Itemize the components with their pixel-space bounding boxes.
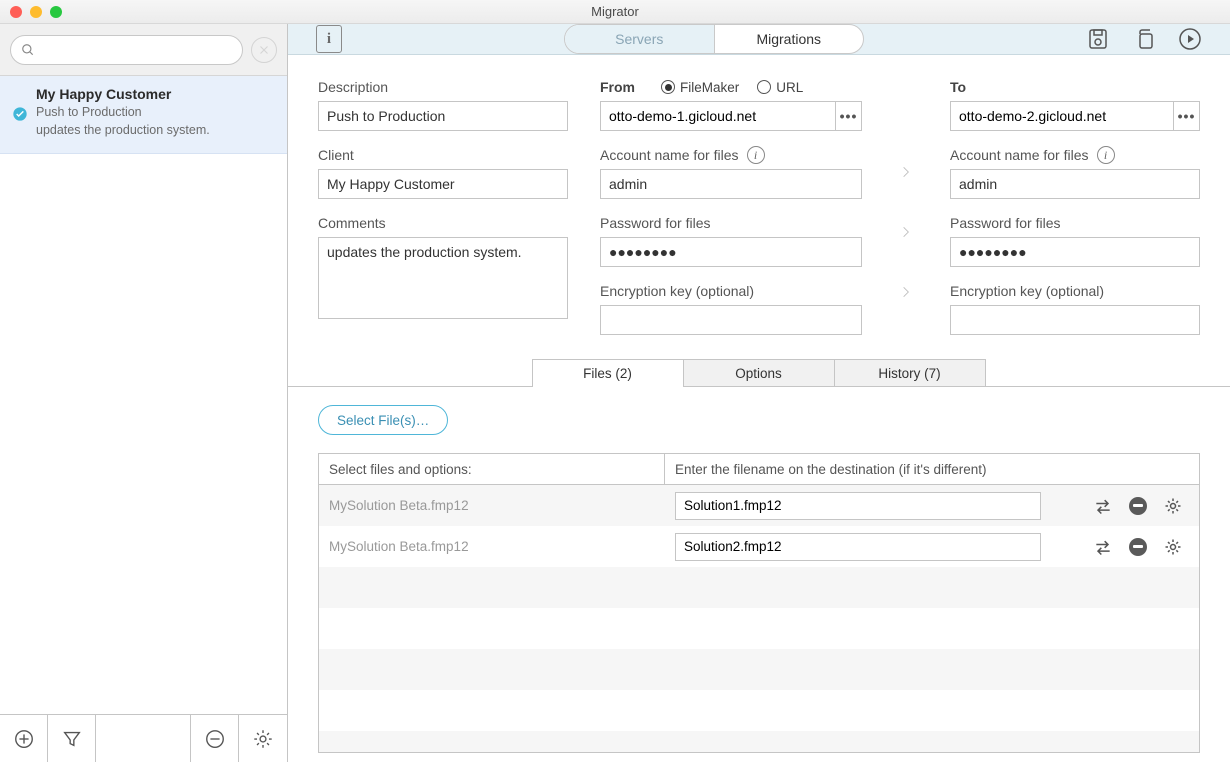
source-file: MySolution Beta.fmp12 [329,539,675,554]
form: Description Client Comments updates the … [288,55,1230,359]
tab-servers[interactable]: Servers [565,25,715,53]
radio-url[interactable]: URL [757,80,803,95]
from-enc-input[interactable] [600,305,862,335]
client-label: Client [318,145,568,165]
from-account-input[interactable] [600,169,862,199]
info-icon[interactable]: i [747,146,765,164]
files-area: Select File(s)… Select files and options… [288,387,1230,773]
description-input[interactable] [318,101,568,131]
to-password-label: Password for files [950,213,1200,233]
tab-migrations[interactable]: Migrations [715,25,864,53]
remove-row-icon[interactable] [1129,497,1147,515]
from-enc-label: Encryption key (optional) [600,281,862,301]
swap-icon[interactable] [1093,537,1113,557]
sidebar: My Happy Customer Push to Production upd… [0,24,288,762]
check-icon [12,106,28,139]
save-icon[interactable] [1086,27,1110,51]
play-icon[interactable] [1178,27,1202,51]
settings-button[interactable] [239,715,287,762]
to-account-input[interactable] [950,169,1200,199]
to-enc-label: Encryption key (optional) [950,281,1200,301]
source-file: MySolution Beta.fmp12 [329,498,675,513]
table-header-dest: Enter the filename on the destination (i… [665,454,1199,484]
tab-options[interactable]: Options [683,359,835,387]
sidebar-search-bar [0,24,287,76]
dest-file-input[interactable] [675,492,1041,520]
from-password-label: Password for files [600,213,862,233]
swap-icon[interactable] [1093,496,1113,516]
to-enc-input[interactable] [950,305,1200,335]
table-row: MySolution Beta.fmp12 [319,526,1199,567]
from-host-input[interactable]: ••• [600,101,862,131]
close-icon [258,44,270,56]
remove-row-icon[interactable] [1129,538,1147,556]
add-button[interactable] [0,715,48,762]
arrow-icon [899,283,913,304]
files-table: Select files and options: Enter the file… [318,453,1200,753]
to-host-input[interactable]: ••• [950,101,1200,131]
gear-icon[interactable] [1163,537,1183,557]
main: i Servers Migrations Description [288,24,1230,762]
comments-label: Comments [318,213,568,233]
tabs: Files (2) Options History (7) [288,359,1230,387]
tab-files[interactable]: Files (2) [532,359,684,387]
clear-search-button[interactable] [251,37,277,63]
sidebar-toolbar [0,714,287,762]
client-input[interactable] [318,169,568,199]
from-password-input[interactable] [600,237,862,267]
table-body[interactable]: MySolution Beta.fmp12 MySolution Beta.fm… [319,484,1199,752]
titlebar: Migrator [0,0,1230,24]
gear-icon[interactable] [1163,496,1183,516]
sidebar-item-title: My Happy Customer [36,86,210,102]
to-account-label: Account name for filesi [950,145,1200,165]
table-row: MySolution Beta.fmp12 [319,485,1199,526]
search-input[interactable] [10,35,243,65]
radio-filemaker[interactable]: FileMaker [661,80,739,95]
sidebar-item-line1: Push to Production [36,104,210,122]
remove-button[interactable] [191,715,239,762]
arrow-icon [899,163,913,184]
topbar: i Servers Migrations [288,24,1230,55]
to-host-picker[interactable]: ••• [1173,102,1199,130]
sidebar-item-line2: updates the production system. [36,122,210,140]
to-label: To [950,77,1200,97]
filter-button[interactable] [48,715,96,762]
info-icon[interactable]: i [1097,146,1115,164]
to-password-input[interactable] [950,237,1200,267]
select-files-button[interactable]: Select File(s)… [318,405,448,435]
dest-file-input[interactable] [675,533,1041,561]
copy-icon[interactable] [1132,27,1156,51]
from-account-label: Account name for filesi [600,145,862,165]
comments-input[interactable]: updates the production system. [318,237,568,319]
from-label: From FileMaker URL [600,77,862,97]
arrow-icon [899,223,913,244]
description-label: Description [318,77,568,97]
from-host-picker[interactable]: ••• [835,102,861,130]
info-button[interactable]: i [316,25,342,53]
sidebar-list: My Happy Customer Push to Production upd… [0,76,287,714]
segmented-control: Servers Migrations [564,24,864,54]
table-header-source: Select files and options: [319,454,665,484]
window-title: Migrator [0,4,1230,19]
sidebar-item[interactable]: My Happy Customer Push to Production upd… [0,76,287,154]
tab-history[interactable]: History (7) [834,359,986,387]
search-icon [21,43,35,57]
